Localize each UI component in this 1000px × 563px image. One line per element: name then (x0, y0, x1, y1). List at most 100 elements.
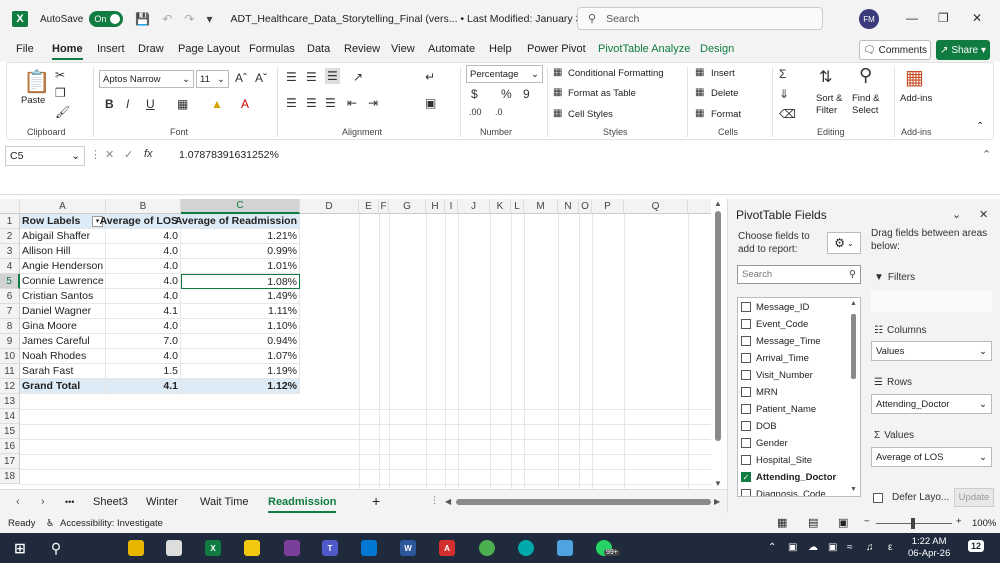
undo-icon[interactable]: ↶ (162, 12, 172, 26)
table-cell[interactable]: 4.0 (106, 229, 181, 244)
increase-font-icon[interactable]: Aˆ (235, 71, 247, 85)
column-header-f[interactable]: F (379, 199, 389, 214)
formula-input[interactable]: 1.07878391631252% (179, 149, 279, 161)
scrollbar-thumb[interactable] (851, 314, 856, 379)
tray-chevron-icon[interactable]: ⌃ (768, 542, 776, 553)
paste-button[interactable]: Paste (21, 95, 45, 106)
table-cell[interactable]: 1.19% (181, 364, 300, 379)
field-item[interactable]: MRN (741, 384, 778, 400)
column-header-n[interactable]: N (558, 199, 579, 214)
tab-page-layout[interactable]: Page Layout (178, 43, 240, 55)
tab-draw[interactable]: Draw (138, 43, 164, 55)
table-cell[interactable]: 1.21% (181, 229, 300, 244)
wifi-icon[interactable]: ≈ (847, 542, 853, 553)
paste-icon[interactable]: 📋 (23, 69, 50, 95)
defer-layout-option[interactable]: Defer Layo... (873, 492, 949, 503)
avatar[interactable]: FM (859, 9, 879, 29)
field-item[interactable]: Event_Code (741, 316, 808, 332)
scroll-down-icon[interactable]: ▼ (850, 486, 857, 493)
find-select-button-line1[interactable]: Find & (852, 93, 879, 104)
row-header[interactable]: 7 (0, 304, 20, 319)
values-field-avg-los[interactable]: Average of LOS ⌄ (871, 447, 992, 467)
column-header-m[interactable]: M (524, 199, 558, 214)
row-header[interactable]: 8 (0, 319, 20, 334)
save-icon[interactable]: 💾 (135, 12, 150, 26)
normal-view-icon[interactable]: ▦ (777, 516, 787, 529)
zoom-slider-thumb[interactable] (911, 518, 915, 529)
checkbox[interactable] (741, 489, 751, 496)
table-cell[interactable]: 1.10% (181, 319, 300, 334)
table-cell[interactable]: Cristian Santos (20, 289, 106, 304)
row-header[interactable]: 10 (0, 349, 20, 364)
table-cell[interactable]: Angie Henderson (20, 259, 106, 274)
sheet-tab-winter[interactable]: Winter (146, 496, 178, 508)
tray-cloud-icon[interactable]: ☁ (808, 542, 818, 553)
vscode-icon[interactable] (361, 540, 377, 556)
row-header[interactable]: 1 (0, 214, 20, 229)
comments-button[interactable]: 🗨 Comments (859, 40, 931, 60)
table-cell[interactable]: 1.07% (181, 349, 300, 364)
format-cells-button[interactable]: Format (711, 109, 741, 120)
pane-options-icon[interactable]: ⌄ (952, 208, 961, 221)
column-header-l[interactable]: L (511, 199, 524, 214)
vertical-scrollbar[interactable]: ▲ ▼ (711, 199, 725, 489)
find-select-button-line2[interactable]: Select (852, 105, 878, 116)
field-item[interactable]: Message_ID (741, 299, 809, 315)
field-item-attending-doctor[interactable]: ✓ Attending_Doctor (741, 469, 836, 485)
align-middle-icon[interactable]: ☰ (306, 70, 317, 84)
edge-icon[interactable] (518, 540, 534, 556)
autosave-toggle[interactable]: On (89, 11, 124, 27)
horizontal-scrollbar-thumb[interactable] (456, 499, 711, 505)
format-cells-icon[interactable]: ▦ (695, 108, 704, 119)
tab-pivottable-analyze[interactable]: PivotTable Analyze (598, 43, 690, 55)
orientation-icon[interactable]: ↗ (353, 70, 363, 84)
column-header-k[interactable]: K (490, 199, 511, 214)
table-cell[interactable]: Allison Hill (20, 244, 106, 259)
scroll-up-icon[interactable]: ▲ (714, 199, 722, 208)
grand-total-los[interactable]: 4.1 (106, 379, 181, 394)
table-cell[interactable]: 1.11% (181, 304, 300, 319)
format-painter-icon[interactable]: 🖌 (55, 105, 70, 119)
table-cell[interactable]: Sarah Fast (20, 364, 106, 379)
add-sheet-button[interactable]: + (372, 493, 380, 509)
decrease-indent-icon[interactable]: ⇤ (347, 96, 357, 110)
pivot-header-avg-readmission[interactable]: Average of Readmission (175, 214, 300, 229)
decrease-font-icon[interactable]: Aˇ (255, 71, 267, 85)
currency-icon[interactable]: $ (471, 87, 478, 101)
decrease-decimal-icon[interactable]: .0 (495, 107, 503, 117)
tab-review[interactable]: Review (344, 43, 380, 55)
store-icon[interactable] (166, 540, 182, 556)
table-cell[interactable]: Daniel Wagner (20, 304, 106, 319)
font-name-select[interactable]: Aptos Narrow ⌄ (99, 70, 194, 88)
wrap-text-icon[interactable]: ↵ (425, 70, 435, 84)
merge-center-icon[interactable]: ▣ (425, 96, 436, 110)
comma-icon[interactable]: 9 (523, 87, 530, 101)
column-header-a[interactable]: A (20, 199, 106, 214)
table-cell[interactable]: 1.01% (181, 259, 300, 274)
cancel-formula-icon[interactable]: ✕ (105, 148, 114, 161)
field-item[interactable]: Visit_Number (741, 367, 813, 383)
teams-icon[interactable]: T (322, 540, 338, 556)
column-header-i[interactable]: I (445, 199, 458, 214)
field-item[interactable]: Patient_Name (741, 401, 816, 417)
table-cell[interactable]: 4.0 (106, 289, 181, 304)
column-header-o[interactable]: O (579, 199, 592, 214)
format-as-table-button[interactable]: Format as Table (568, 88, 636, 99)
document-title[interactable]: ADT_Healthcare_Data_Storytelling_Final (… (230, 13, 587, 25)
delete-cells-icon[interactable]: ▦ (695, 87, 704, 98)
table-cell[interactable]: 7.0 (106, 334, 181, 349)
conditional-formatting-button[interactable]: Conditional Formatting (568, 68, 664, 79)
table-cell[interactable]: 4.0 (106, 349, 181, 364)
tab-options-icon[interactable]: ⋮ (430, 495, 439, 506)
tray-app-icon[interactable]: ▣ (788, 542, 797, 553)
sort-filter-button-line1[interactable]: Sort & (816, 93, 842, 104)
tab-file[interactable]: File (16, 43, 34, 55)
pivot-header-row-labels[interactable]: Row Labels ▾ (20, 214, 106, 229)
columns-field-values[interactable]: Values ⌄ (871, 341, 992, 361)
table-cell[interactable]: 4.0 (106, 244, 181, 259)
sort-filter-button-line2[interactable]: Filter (816, 105, 837, 116)
table-cell[interactable]: 1.5 (106, 364, 181, 379)
percent-icon[interactable]: % (501, 87, 512, 101)
scroll-right-icon[interactable]: ▶ (714, 497, 720, 506)
scroll-left-icon[interactable]: ◀ (445, 497, 451, 506)
